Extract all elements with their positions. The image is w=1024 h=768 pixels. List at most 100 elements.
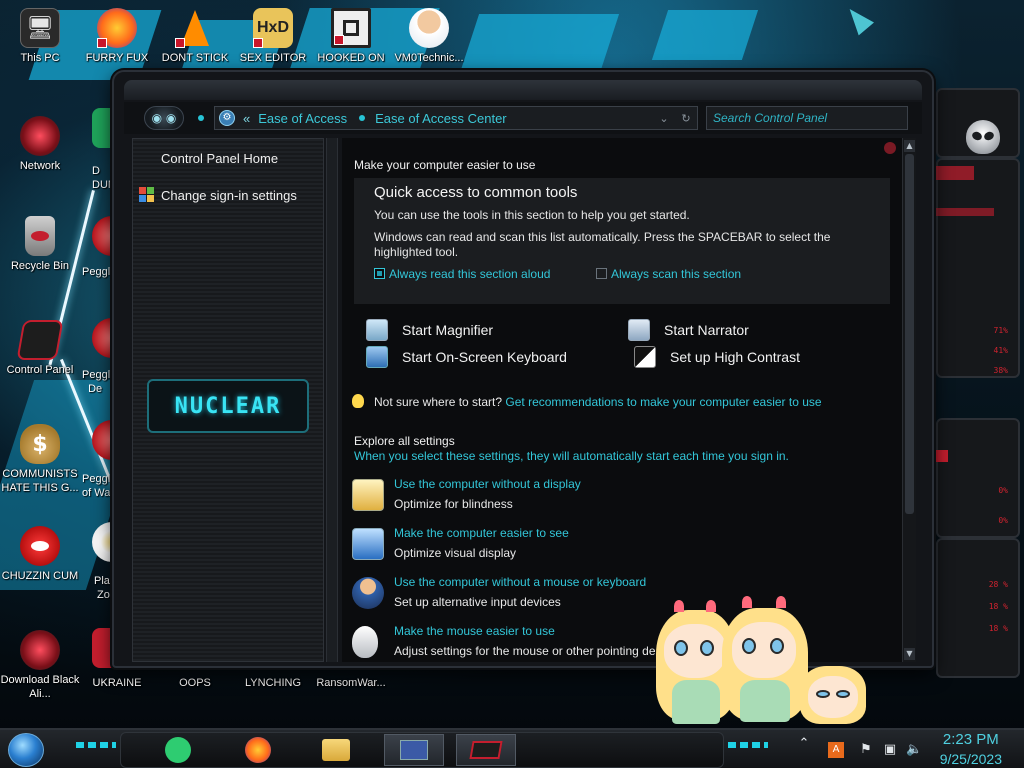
- signin-label: Change sign-in settings: [161, 187, 297, 203]
- close-icon[interactable]: [884, 142, 896, 154]
- hud-panel: 28 % 18 % 18 %: [936, 538, 1020, 678]
- desktop-icon-hooked-on[interactable]: HOOKED ON: [311, 8, 391, 65]
- notes-app-icon[interactable]: [160, 734, 196, 766]
- change-signin-settings-link[interactable]: Change sign-in settings: [139, 187, 297, 203]
- scroll-up-icon[interactable]: ▲: [904, 140, 915, 152]
- control-panel-window[interactable]: ◉ ◉ ⚙ « Ease of Access Ease of Access Ce…: [112, 70, 934, 668]
- flower-icon: [92, 522, 112, 562]
- alienware-app-icon[interactable]: [456, 734, 516, 766]
- desktop-icon-label: RansomWar...: [316, 677, 386, 689]
- window-titlebar[interactable]: [124, 80, 922, 100]
- pane-divider[interactable]: [326, 138, 338, 662]
- control-panel-window-icon[interactable]: [384, 734, 444, 766]
- alienware-icon: [20, 630, 60, 670]
- refresh-icon[interactable]: ↻: [675, 112, 697, 125]
- scrollbar-thumb[interactable]: [905, 154, 914, 514]
- keyboard-icon: [366, 346, 388, 368]
- desktop-icon-partial[interactable]: [68, 108, 112, 151]
- start-button[interactable]: [8, 733, 44, 767]
- breadcrumb-ease-of-access-center[interactable]: Ease of Access Center: [375, 111, 507, 126]
- address-bar[interactable]: ⚙ « Ease of Access Ease of Access Center…: [214, 106, 698, 130]
- start-narrator-button[interactable]: Start Narrator: [628, 319, 749, 341]
- hud-gadget: 71% 41% 38% 0% 0% 28 % 18 % 18 %: [934, 88, 1020, 688]
- desktop-icon-sex-editor[interactable]: HxD SEX EDITOR: [233, 8, 313, 65]
- always-scan-checkbox[interactable]: Always scan this section: [596, 267, 741, 281]
- set-up-high-contrast-button[interactable]: Set up High Contrast: [634, 346, 800, 368]
- checkbox-unchecked[interactable]: [596, 268, 607, 279]
- flag-icon[interactable]: ⚑: [858, 742, 874, 758]
- setting-subtitle: Optimize for blindness: [394, 497, 513, 511]
- desktop-icon-label: COMMUNISTS HATE THIS G...: [1, 468, 79, 494]
- not-sure-text: Not sure where to start?: [374, 395, 503, 409]
- scroll-down-icon[interactable]: ▼: [904, 648, 915, 660]
- hud-panel: [936, 88, 1020, 158]
- content-pane: Make your computer easier to use Quick a…: [342, 138, 902, 662]
- hud-red-bar: [934, 166, 974, 180]
- desktop-icon-furry-fux[interactable]: FURRY FUX: [77, 8, 157, 65]
- app-tray-icon[interactable]: A: [828, 742, 844, 758]
- desktop-icon-vm0technic[interactable]: VM0Technic...: [389, 8, 469, 65]
- headset-user-icon: [352, 577, 384, 609]
- firefox-icon[interactable]: [240, 734, 276, 766]
- desktop-icon-label: CHUZZIN CUM: [1, 570, 79, 582]
- desktop-icon-label: Download Black Ali...: [0, 674, 80, 700]
- desktop-icon-partial[interactable]: [68, 318, 112, 361]
- desktop-icon-label: OOPS: [179, 677, 211, 689]
- hud-readout: 71%: [993, 326, 1008, 335]
- search-input[interactable]: Search Control Panel: [706, 106, 908, 130]
- no-display-icon: [352, 479, 384, 511]
- hud-panel: 71% 41% 38%: [934, 158, 1020, 378]
- hxd-editor-icon: HxD: [253, 8, 293, 48]
- desktop-icon-partial[interactable]: [68, 522, 112, 565]
- hud-panel: 0% 0%: [934, 418, 1020, 538]
- desktop-icon-dont-stick[interactable]: DONT STICK: [155, 8, 235, 65]
- control-panel-home-link[interactable]: Control Panel Home: [161, 151, 278, 166]
- network-icon: [20, 116, 60, 156]
- setting-link[interactable]: Use the computer without a mouse or keyb…: [394, 575, 646, 589]
- setting-link[interactable]: Use the computer without a display: [394, 477, 581, 491]
- hud-red-bar: [934, 450, 948, 462]
- hud-readout: 18 %: [988, 624, 1008, 633]
- control-panel-glyph-icon: ⚙: [219, 110, 235, 126]
- magnifier-icon: [366, 319, 388, 341]
- vertical-scrollbar[interactable]: ▲ ▼: [902, 138, 916, 662]
- file-explorer-icon[interactable]: [318, 734, 354, 766]
- breadcrumb-ease-of-access[interactable]: Ease of Access: [258, 111, 347, 126]
- clock-date: 9/25/2023: [939, 751, 1002, 767]
- maze-app-icon: [331, 8, 371, 48]
- setting-link[interactable]: Make the mouse easier to use: [394, 624, 555, 638]
- desktop-icon-label: This PC: [20, 52, 60, 64]
- app-icon: [92, 108, 112, 148]
- breadcrumb-overflow[interactable]: «: [243, 111, 250, 126]
- firefox-icon: [97, 8, 137, 48]
- back-forward-buttons[interactable]: ◉ ◉: [144, 106, 184, 130]
- navigation-bar: ◉ ◉ ⚙ « Ease of Access Ease of Access Ce…: [124, 102, 922, 134]
- get-recommendations-link[interactable]: Get recommendations to make your compute…: [505, 395, 821, 409]
- start-onscreen-keyboard-button[interactable]: Start On-Screen Keyboard: [366, 346, 567, 368]
- volume-icon[interactable]: 🔈: [906, 742, 922, 758]
- vlc-cone-icon: [175, 8, 215, 48]
- setting-link[interactable]: Make the computer easier to see: [394, 526, 569, 540]
- checkbox-checked[interactable]: [374, 268, 385, 279]
- recycle-bin-icon: [25, 216, 55, 256]
- breadcrumb-separator-icon[interactable]: [359, 115, 366, 121]
- desktop-icon-partial[interactable]: [68, 216, 112, 259]
- peggle-icon: [92, 216, 112, 256]
- quick-access-desc2-cont: highlighted tool.: [374, 245, 459, 259]
- quick-access-title: Quick access to common tools: [374, 184, 578, 201]
- wallpaper-stripe: [651, 10, 759, 60]
- high-contrast-icon: [634, 346, 656, 368]
- desktop-icon-partial[interactable]: [68, 420, 112, 463]
- desktop-icon-label: Network: [19, 160, 61, 172]
- recent-pages-dot[interactable]: [198, 115, 204, 121]
- desktop-icon-this-pc[interactable]: 🖥 This PC: [0, 8, 80, 65]
- taskbar-decoration: [76, 742, 116, 748]
- clock[interactable]: 2:23 PM 9/25/2023: [940, 730, 1002, 768]
- peggle-icon: [92, 318, 112, 358]
- start-magnifier-button[interactable]: Start Magnifier: [366, 319, 493, 341]
- always-read-checkbox[interactable]: Always read this section aloud: [374, 267, 550, 281]
- show-hidden-icons-icon[interactable]: ⌃: [796, 736, 812, 752]
- network-status-icon[interactable]: ▣: [882, 742, 898, 758]
- chevron-down-icon[interactable]: ⌄: [653, 112, 675, 125]
- tool-label: Start Magnifier: [402, 322, 494, 338]
